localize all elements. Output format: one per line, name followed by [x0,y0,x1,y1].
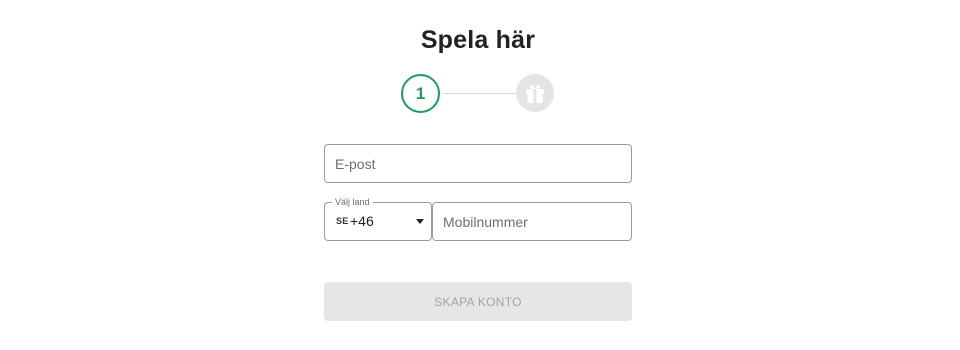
email-input[interactable] [325,145,631,182]
gift-icon [526,84,544,103]
step-1-indicator: 1 [401,74,440,113]
phone-field[interactable] [432,202,632,241]
phone-input[interactable] [433,203,631,240]
country-code: SE [336,216,349,226]
create-account-button[interactable]: SKAPA KONTO [324,282,632,321]
signup-page: Spela här 1 Välj land SE +46 SKAPA KONTO [0,0,960,350]
step-2-indicator [516,74,554,112]
caret-down-icon [416,219,424,224]
email-field[interactable] [324,144,632,183]
country-select-label: Välj land [332,196,373,208]
page-title: Spela här [420,26,536,54]
step-connector [442,93,516,94]
signup-stepper: 1 [401,74,555,113]
country-select[interactable]: Välj land SE +46 [324,196,432,241]
dial-code: +46 [350,213,374,229]
